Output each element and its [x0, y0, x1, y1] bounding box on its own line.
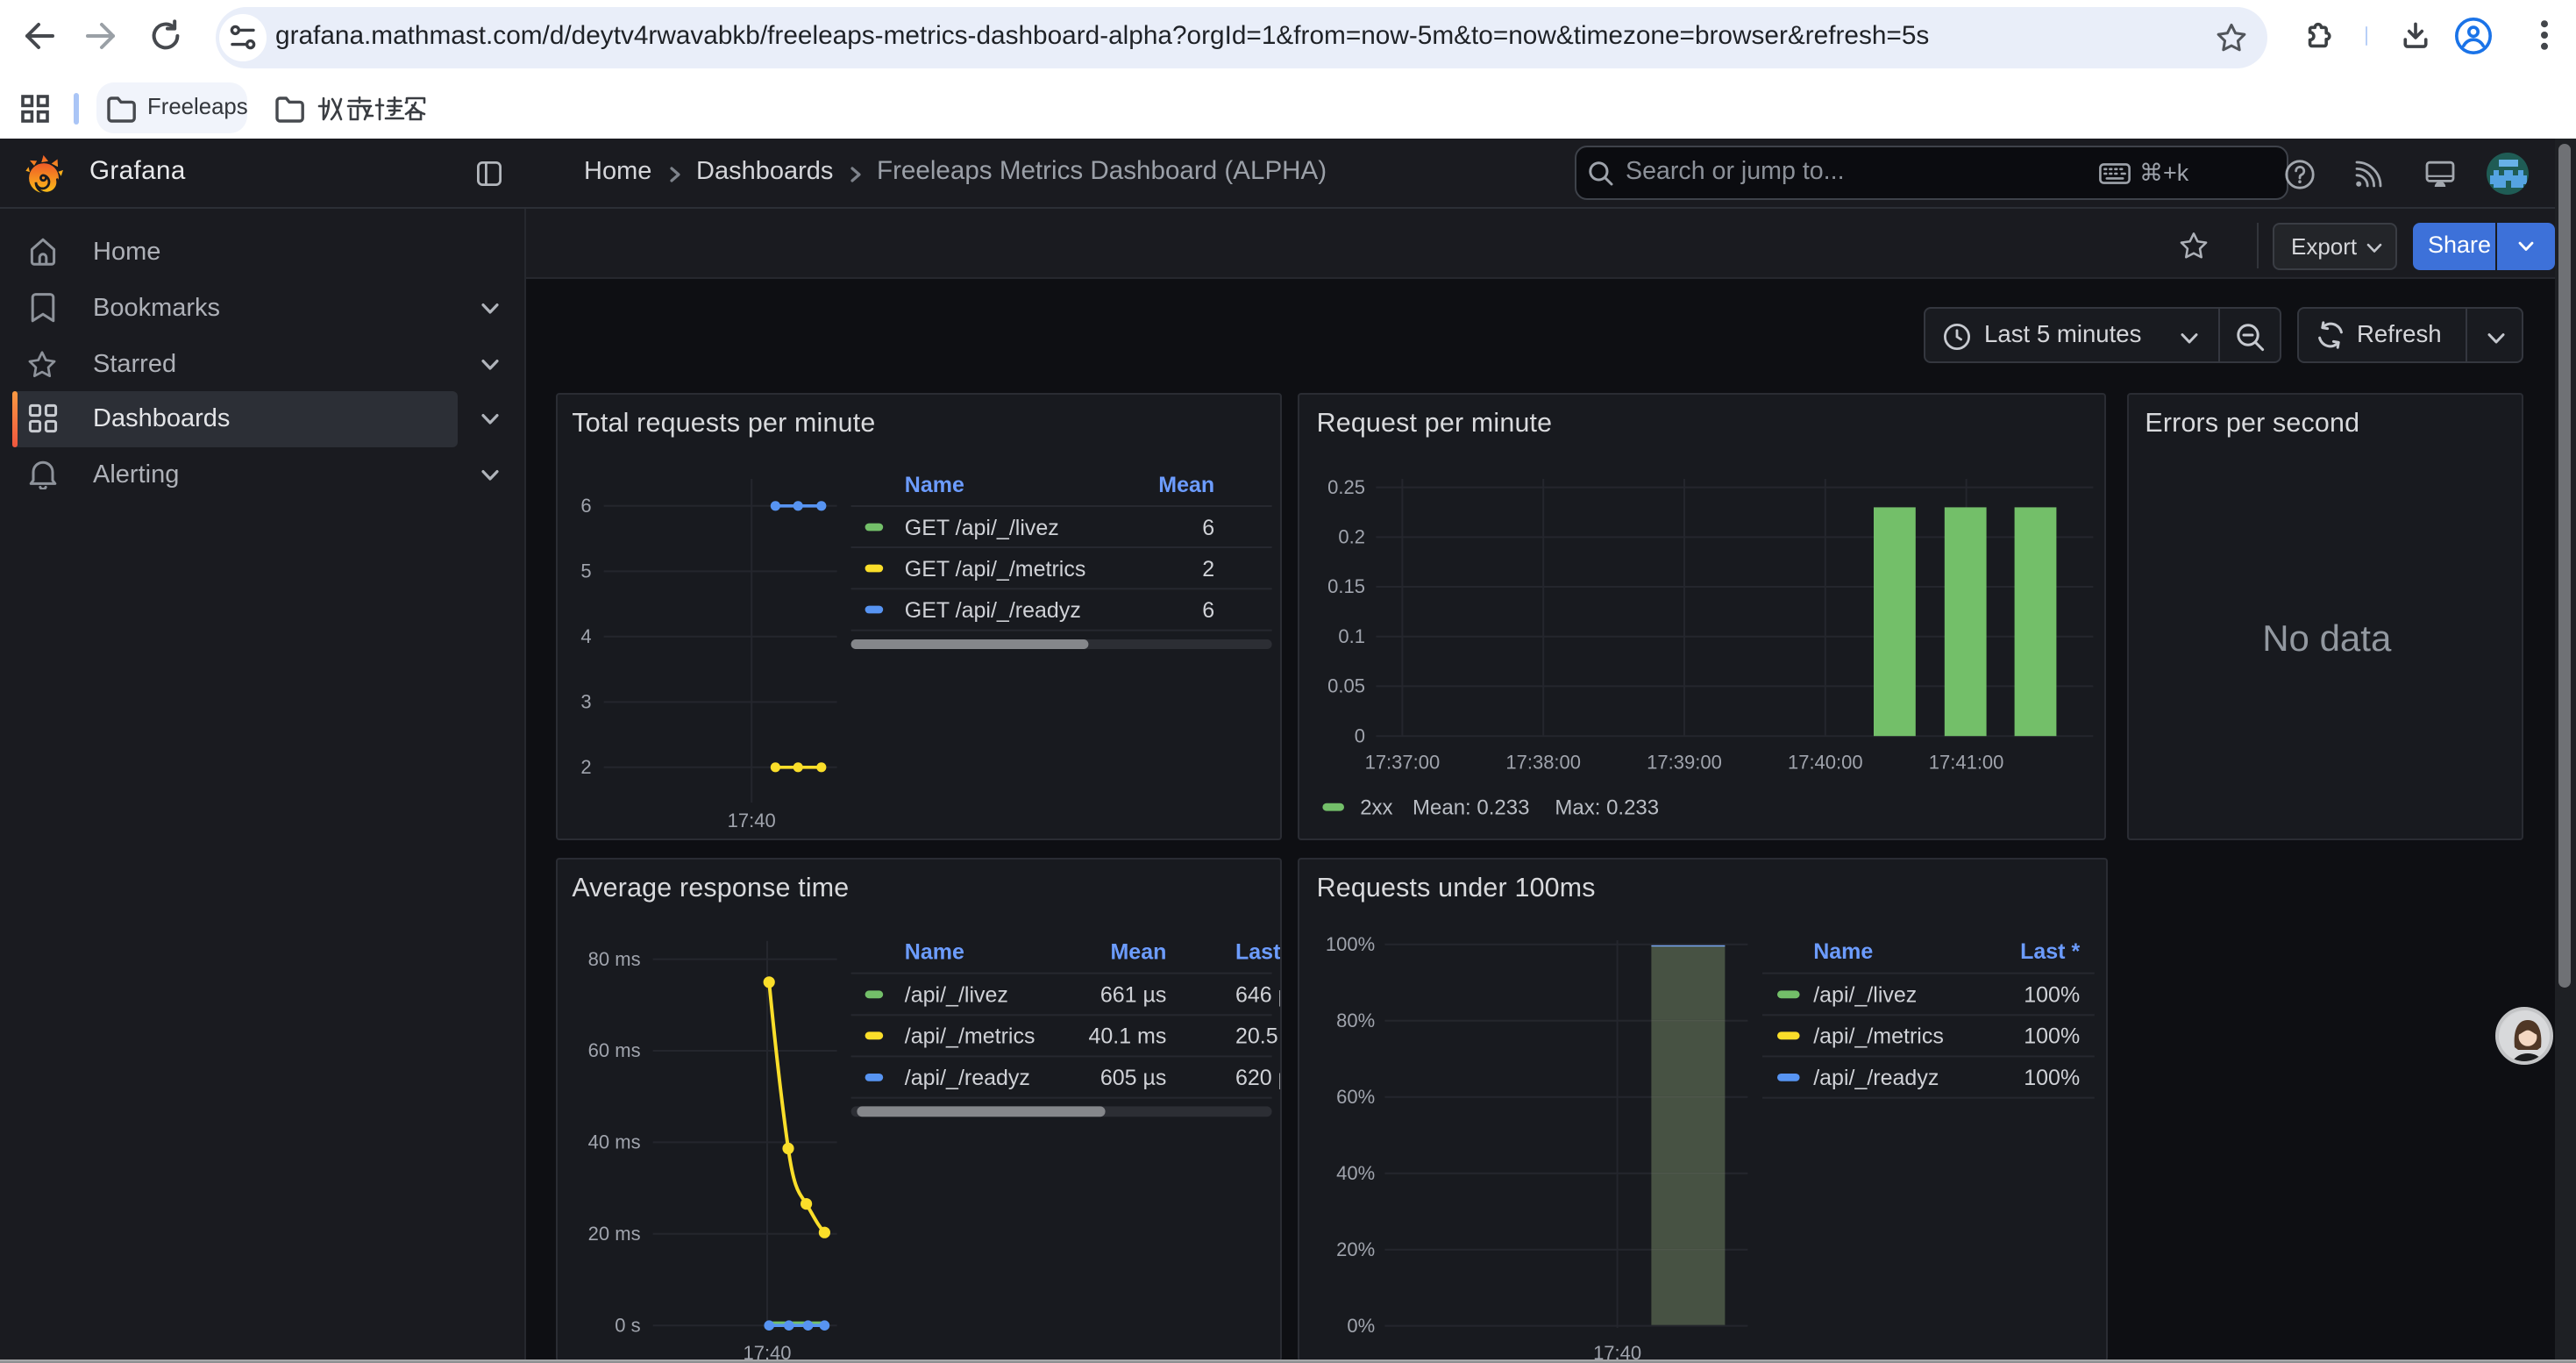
svg-text:17:38:00: 17:38:00: [1506, 750, 1582, 772]
svg-text:GET /api/_/readyz: GET /api/_/readyz: [904, 597, 1080, 622]
svg-text:4: 4: [580, 624, 591, 646]
svg-text:17:40: 17:40: [727, 809, 775, 831]
svg-text:Mean: Mean: [1110, 939, 1166, 964]
svg-text:6: 6: [580, 494, 591, 516]
svg-text:40 ms: 40 ms: [587, 1131, 640, 1152]
svg-text:17:40:00: 17:40:00: [1789, 750, 1864, 772]
svg-text:0.1: 0.1: [1339, 624, 1366, 646]
svg-text:/api/_/readyz: /api/_/readyz: [904, 1065, 1029, 1089]
svg-text:5: 5: [580, 560, 591, 582]
svg-text:6: 6: [1202, 597, 1214, 622]
svg-text:/api/_/metrics: /api/_/metrics: [1814, 1024, 1945, 1048]
svg-text:20%: 20%: [1337, 1238, 1376, 1260]
svg-text:Last *: Last *: [1235, 939, 1282, 964]
svg-text:40.1 ms: 40.1 ms: [1088, 1024, 1166, 1048]
svg-text:/api/_/livez: /api/_/livez: [1814, 982, 1918, 1007]
svg-text:0.2: 0.2: [1339, 525, 1366, 547]
svg-text:100%: 100%: [1327, 932, 1376, 954]
svg-text:0 s: 0 s: [615, 1314, 640, 1336]
svg-text:0.25: 0.25: [1328, 475, 1366, 497]
svg-text:/api/_/readyz: /api/_/readyz: [1814, 1065, 1939, 1089]
svg-text:2xx: 2xx: [1361, 795, 1393, 818]
svg-text:17:40: 17:40: [743, 1341, 791, 1360]
svg-text:20.5 m: 20.5 m: [1235, 1024, 1282, 1048]
svg-text:/api/_/metrics: /api/_/metrics: [904, 1024, 1035, 1048]
svg-text:17:40: 17:40: [1594, 1341, 1642, 1360]
svg-text:2: 2: [580, 755, 591, 777]
svg-text:100%: 100%: [2025, 982, 2081, 1007]
svg-text:0: 0: [1355, 724, 1365, 746]
svg-text:Max: 0.233: Max: 0.233: [1555, 795, 1660, 818]
svg-text:GET /api/_/livez: GET /api/_/livez: [904, 515, 1058, 539]
svg-text:GET /api/_/metrics: GET /api/_/metrics: [904, 556, 1085, 581]
svg-text:Last *: Last *: [2021, 938, 2081, 963]
svg-text:20 ms: 20 ms: [587, 1222, 640, 1244]
svg-text:100%: 100%: [2025, 1065, 2081, 1089]
svg-text:40%: 40%: [1337, 1161, 1376, 1183]
svg-text:17:41:00: 17:41:00: [1929, 750, 2004, 772]
svg-text:/api/_/livez: /api/_/livez: [904, 982, 1007, 1007]
svg-text:605 µs: 605 µs: [1099, 1065, 1166, 1089]
svg-text:Name: Name: [904, 472, 964, 496]
svg-text:0.05: 0.05: [1328, 674, 1366, 696]
svg-text:80 ms: 80 ms: [587, 947, 640, 969]
svg-text:661 µs: 661 µs: [1099, 982, 1166, 1007]
svg-text:620 µ: 620 µ: [1235, 1065, 1282, 1089]
svg-text:646 µ: 646 µ: [1235, 982, 1282, 1007]
svg-text:80%: 80%: [1337, 1009, 1376, 1031]
svg-text:60%: 60%: [1337, 1085, 1376, 1107]
svg-text:3: 3: [580, 690, 591, 712]
svg-text:0%: 0%: [1348, 1314, 1376, 1336]
svg-text:Name: Name: [1814, 938, 1874, 963]
svg-text:Mean: 0.233: Mean: 0.233: [1413, 795, 1530, 818]
svg-text:17:37:00: 17:37:00: [1365, 750, 1441, 772]
svg-text:Mean: Mean: [1158, 472, 1214, 496]
svg-text:2: 2: [1202, 556, 1214, 581]
svg-text:0.15: 0.15: [1328, 574, 1366, 596]
svg-text:60 ms: 60 ms: [587, 1038, 640, 1060]
svg-text:100%: 100%: [2025, 1024, 2081, 1048]
svg-text:17:39:00: 17:39:00: [1647, 750, 1723, 772]
svg-text:Name: Name: [904, 939, 964, 964]
svg-text:6: 6: [1202, 515, 1214, 539]
